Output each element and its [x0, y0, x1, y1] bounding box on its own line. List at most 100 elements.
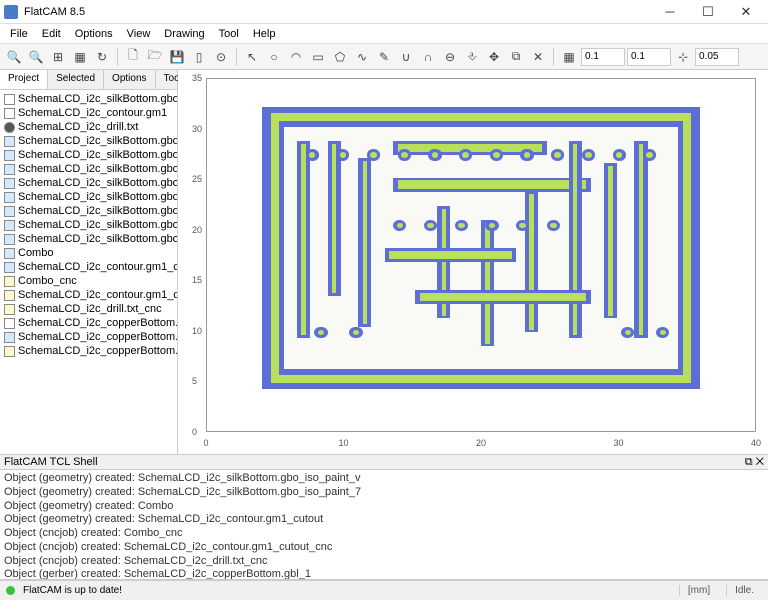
toolbar: 🔍 🔍 ⊞ ▦ ↻ 🗋 🗁 💾 ▯ ⊙ ↖ ○ ◠ ▭ ⬠ ∿ ✎ ∪ ∩ ⊖ …	[0, 44, 768, 70]
menu-help[interactable]: Help	[247, 26, 282, 42]
tree-item-label: SchemaLCD_i2c_silkBottom.gbo	[18, 93, 177, 105]
maximize-button[interactable]: ☐	[690, 1, 726, 23]
tree-item-label: SchemaLCD_i2c_silkBottom.gbo_iso_pain	[18, 191, 177, 203]
tree-item[interactable]: SchemaLCD_i2c_contour.gm1_cutout	[2, 260, 175, 274]
cnc-icon	[4, 290, 15, 301]
tree-item[interactable]: SchemaLCD_i2c_silkBottom.gbo_iso_pain	[2, 204, 175, 218]
menu-options[interactable]: Options	[69, 26, 119, 42]
status-dot-icon	[6, 586, 15, 595]
zoom-fit-icon[interactable]: ⊞	[48, 47, 68, 67]
draw-path-icon[interactable]: ∿	[352, 47, 372, 67]
tree-item[interactable]: SchemaLCD_i2c_copperBottom.gbl_1	[2, 316, 175, 330]
tree-item[interactable]: SchemaLCD_i2c_drill.txt	[2, 120, 175, 134]
gerber-icon	[4, 318, 15, 329]
tree-item[interactable]: SchemaLCD_i2c_copperBottom.gbl_1_iso	[2, 344, 175, 358]
geom-icon	[4, 150, 15, 161]
statusbar: FlatCAM is up to date! [mm] Idle.	[0, 580, 768, 600]
canvas-area[interactable]: 05101520253035010203040	[178, 70, 768, 454]
grid-y-input[interactable]	[627, 48, 671, 66]
tree-item[interactable]: Combo	[2, 246, 175, 260]
clear-plot-icon[interactable]: ▦	[70, 47, 90, 67]
shell-undock-icon[interactable]: ⧉ ✕	[745, 456, 764, 468]
tree-item-label: SchemaLCD_i2c_contour.gm1_cutout_cnc	[18, 289, 177, 301]
open-icon[interactable]: 🗁	[145, 47, 165, 67]
tree-item-label: SchemaLCD_i2c_silkBottom.gbo_iso_pain	[18, 219, 177, 231]
geom-icon	[4, 248, 15, 259]
delete-icon[interactable]: ✕	[528, 47, 548, 67]
tree-item[interactable]: SchemaLCD_i2c_silkBottom.gbo	[2, 92, 175, 106]
save-icon[interactable]: 💾	[167, 47, 187, 67]
menubar: FileEditOptionsViewDrawingToolHelp	[0, 24, 768, 44]
geom-icon	[4, 332, 15, 343]
tab-options[interactable]: Options	[104, 70, 155, 89]
cnc-icon	[4, 276, 15, 287]
copy-icon[interactable]: ⧉	[506, 47, 526, 67]
intersection-icon[interactable]: ∩	[418, 47, 438, 67]
shell-header: FlatCAM TCL Shell ⧉ ✕	[0, 454, 768, 470]
tree-item[interactable]: SchemaLCD_i2c_silkBottom.gbo_iso_pain	[2, 162, 175, 176]
zoom-in-icon[interactable]: 🔍	[4, 47, 24, 67]
tree-item-label: SchemaLCD_i2c_drill.txt	[18, 121, 138, 133]
draw-circle-icon[interactable]: ○	[264, 47, 284, 67]
zoom-out-icon[interactable]: 🔍	[26, 47, 46, 67]
tree-item-label: SchemaLCD_i2c_silkBottom.gbo_iso_pain	[18, 149, 177, 161]
menu-view[interactable]: View	[121, 26, 157, 42]
replot-icon[interactable]: ↻	[92, 47, 112, 67]
edit-icon[interactable]: ✎	[374, 47, 394, 67]
plot[interactable]	[206, 78, 756, 432]
grid-x-input[interactable]	[581, 48, 625, 66]
status-state: Idle.	[726, 585, 762, 596]
menu-tool[interactable]: Tool	[213, 26, 245, 42]
y-tick: 0	[192, 427, 197, 437]
tree-item-label: SchemaLCD_i2c_copperBottom.gbl_1_iso	[18, 345, 177, 357]
gerber-icon	[4, 94, 15, 105]
tree-item[interactable]: SchemaLCD_i2c_contour.gm1	[2, 106, 175, 120]
geom-icon	[4, 234, 15, 245]
open-gerber-icon[interactable]: ▯	[189, 47, 209, 67]
menu-drawing[interactable]: Drawing	[158, 26, 210, 42]
draw-arc-icon[interactable]: ◠	[286, 47, 306, 67]
tab-project[interactable]: Project	[0, 70, 48, 89]
tree-item[interactable]: SchemaLCD_i2c_silkBottom.gbo_iso_pain	[2, 176, 175, 190]
subtract-icon[interactable]: ⊖	[440, 47, 460, 67]
tree-item[interactable]: SchemaLCD_i2c_silkBottom.gbo_iso_pain	[2, 218, 175, 232]
snap-input[interactable]	[695, 48, 739, 66]
tree-item[interactable]: Combo_cnc	[2, 274, 175, 288]
tab-selected[interactable]: Selected	[48, 70, 104, 89]
new-icon[interactable]: 🗋	[123, 47, 143, 67]
tree-item[interactable]: SchemaLCD_i2c_silkBottom.gbo_iso_pain	[2, 232, 175, 246]
geom-icon	[4, 164, 15, 175]
draw-polygon-icon[interactable]: ⬠	[330, 47, 350, 67]
tree-item[interactable]: SchemaLCD_i2c_silkBottom.gbo_iso	[2, 134, 175, 148]
tree-item-label: SchemaLCD_i2c_silkBottom.gbo_iso_pain	[18, 205, 177, 217]
x-tick: 40	[751, 438, 761, 448]
geom-icon	[4, 136, 15, 147]
tree-item[interactable]: SchemaLCD_i2c_copperBottom.gbl_1_iso	[2, 330, 175, 344]
y-tick: 35	[192, 73, 202, 83]
select-icon[interactable]: ↖	[242, 47, 262, 67]
menu-edit[interactable]: Edit	[36, 26, 67, 42]
menu-file[interactable]: File	[4, 26, 34, 42]
draw-rect-icon[interactable]: ▭	[308, 47, 328, 67]
sidebar: ProjectSelectedOptionsTool SchemaLCD_i2c…	[0, 70, 178, 454]
geom-icon	[4, 178, 15, 189]
move-icon[interactable]: ✥	[484, 47, 504, 67]
drill-icon	[4, 122, 15, 133]
snap-icon[interactable]: ⊹	[673, 47, 693, 67]
open-excellon-icon[interactable]: ⊙	[211, 47, 231, 67]
close-button[interactable]: ✕	[728, 1, 764, 23]
union-icon[interactable]: ∪	[396, 47, 416, 67]
cnc-icon	[4, 346, 15, 357]
tree-item-label: SchemaLCD_i2c_silkBottom.gbo_iso_pain	[18, 177, 177, 189]
cut-icon[interactable]: ⎀	[462, 47, 482, 67]
tree-item[interactable]: SchemaLCD_i2c_drill.txt_cnc	[2, 302, 175, 316]
tree-item[interactable]: SchemaLCD_i2c_contour.gm1_cutout_cnc	[2, 288, 175, 302]
minimize-button[interactable]: ─	[652, 1, 688, 23]
y-tick: 5	[192, 376, 197, 386]
tcl-shell[interactable]: Object (geometry) created: SchemaLCD_i2c…	[0, 470, 768, 580]
geom-icon	[4, 262, 15, 273]
tree-item-label: SchemaLCD_i2c_silkBottom.gbo_iso_pain	[18, 163, 177, 175]
grid-icon[interactable]: ▦	[559, 47, 579, 67]
tree-item[interactable]: SchemaLCD_i2c_silkBottom.gbo_iso_pain	[2, 148, 175, 162]
tree-item[interactable]: SchemaLCD_i2c_silkBottom.gbo_iso_pain	[2, 190, 175, 204]
